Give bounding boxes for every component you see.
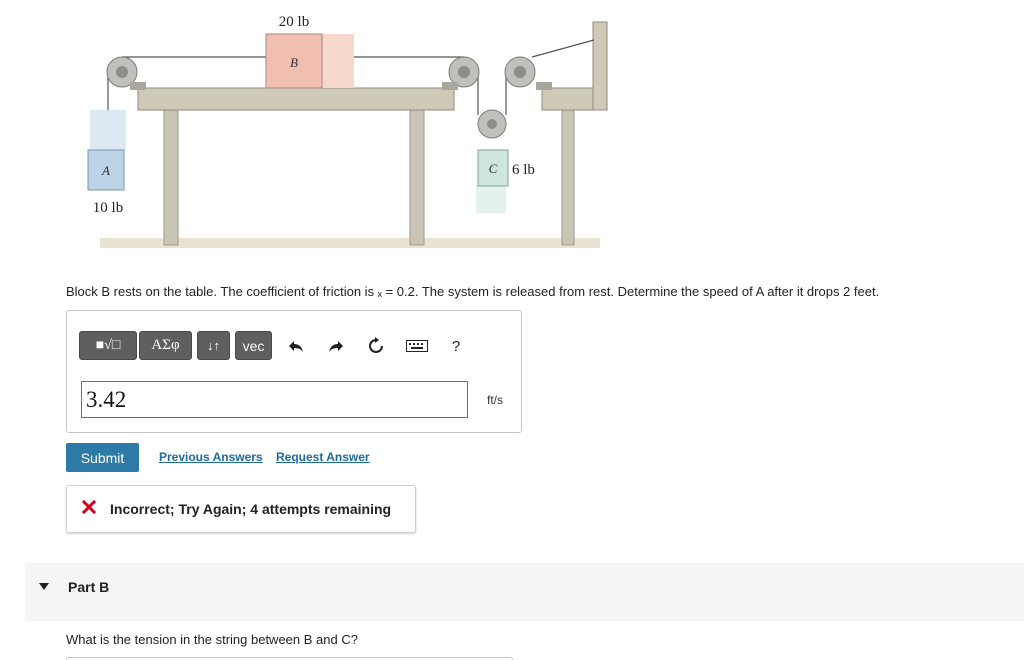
block-b-weight: 20 lb bbox=[279, 14, 309, 30]
block-b-letter: B bbox=[290, 55, 298, 70]
reset-icon[interactable] bbox=[363, 333, 389, 359]
submit-button[interactable]: Submit bbox=[66, 443, 139, 472]
unit-label: ft/s bbox=[487, 393, 504, 407]
answer-panel: ■√□ ΑΣφ ↓↑ vec ? ft/s bbox=[66, 310, 522, 433]
undo-icon[interactable] bbox=[283, 333, 309, 359]
table-leg-right bbox=[409, 109, 425, 246]
part-b-header[interactable]: Part B bbox=[25, 563, 1024, 621]
pulley-left bbox=[106, 56, 146, 90]
keyboard-icon[interactable] bbox=[402, 333, 432, 359]
pulley-c bbox=[477, 109, 507, 139]
subscript-superscript-button[interactable]: ↓↑ bbox=[197, 331, 230, 360]
previous-answers-link[interactable]: Previous Answers bbox=[159, 450, 263, 464]
motion-blur-c bbox=[476, 185, 506, 213]
problem-statement: Block B rests on the table. The coeffici… bbox=[66, 284, 880, 299]
greek-symbols-button[interactable]: ΑΣφ bbox=[139, 331, 192, 360]
block-a-weight: 10 lb bbox=[93, 200, 123, 216]
feedback-text: Incorrect; Try Again; 4 attempts remaini… bbox=[110, 501, 392, 517]
block-c-weight: 6 lb bbox=[512, 162, 535, 178]
stand-leg bbox=[561, 109, 575, 246]
part-b-title: Part B bbox=[68, 579, 110, 595]
tabletop bbox=[137, 87, 455, 111]
x-mark-icon bbox=[81, 499, 97, 519]
motion-blur-b bbox=[322, 34, 354, 88]
feedback-box: Incorrect; Try Again; 4 attempts remaini… bbox=[66, 485, 416, 533]
request-answer-link[interactable]: Request Answer bbox=[276, 450, 370, 464]
redo-icon[interactable] bbox=[323, 333, 349, 359]
table-leg-left bbox=[163, 109, 179, 246]
stand-post bbox=[592, 21, 608, 111]
block-a-letter: A bbox=[101, 163, 110, 178]
answer-input[interactable] bbox=[81, 381, 468, 418]
template-button[interactable]: ■√□ bbox=[79, 331, 137, 360]
help-button[interactable]: ? bbox=[443, 333, 469, 359]
motion-blur-a bbox=[90, 110, 126, 150]
pulley-right-table bbox=[442, 56, 480, 90]
vector-button[interactable]: vec bbox=[235, 331, 272, 360]
chevron-down-icon[interactable] bbox=[39, 583, 49, 590]
pulley-stand bbox=[504, 56, 552, 90]
block-c-letter: C bbox=[489, 161, 498, 176]
part-b-question: What is the tension in the string betwee… bbox=[66, 632, 358, 647]
pulley-system-figure: 20 lb B A 10 lb C 6 lb bbox=[87, 14, 608, 248]
